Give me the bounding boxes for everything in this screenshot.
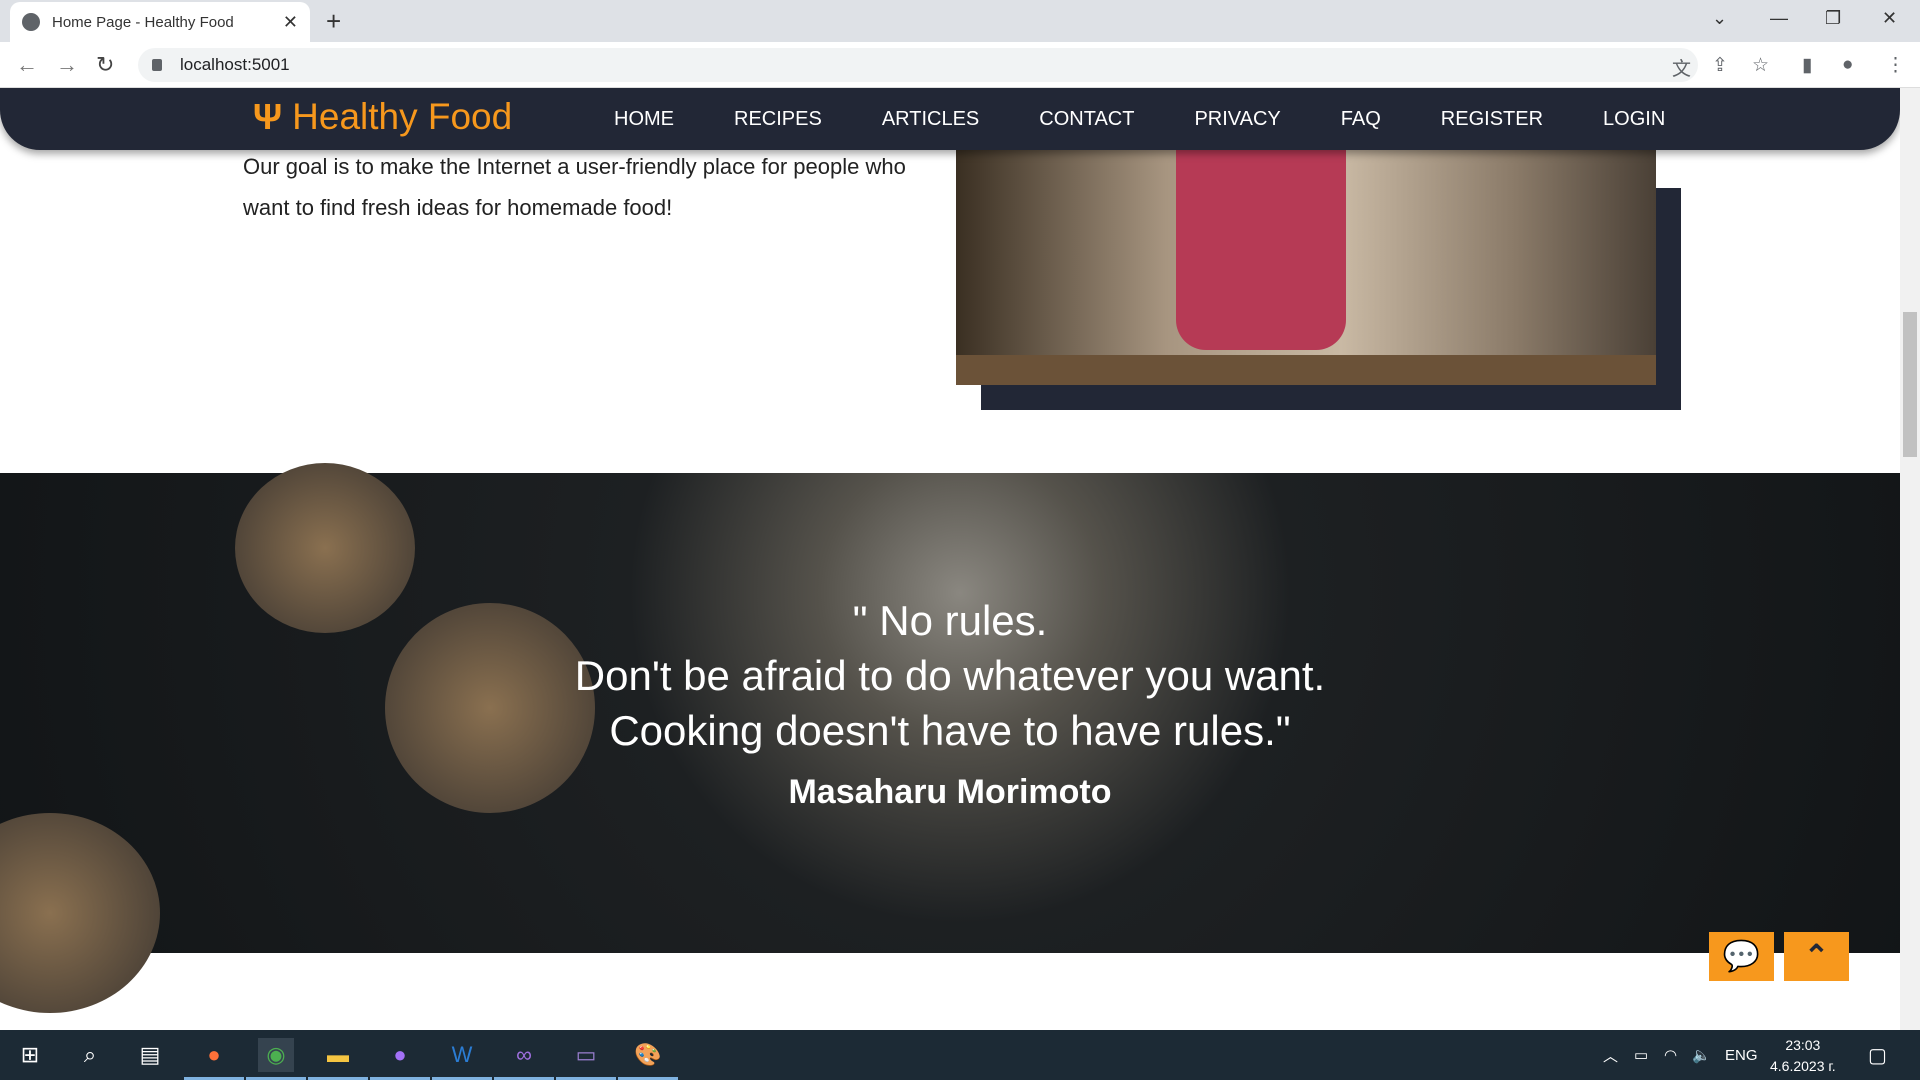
nav-recipes[interactable]: RECIPES: [734, 108, 822, 131]
visual-studio-icon[interactable]: ∞: [494, 1038, 554, 1080]
side-panel-icon[interactable]: ▮: [1802, 54, 1812, 77]
lock-icon: [152, 59, 162, 71]
bookmark-star-icon[interactable]: ☆: [1752, 54, 1769, 77]
wifi-icon[interactable]: ◠: [1664, 1030, 1677, 1080]
chat-button[interactable]: 💬: [1709, 932, 1774, 981]
globe-icon: [22, 13, 40, 31]
url-text: localhost:5001: [180, 55, 290, 74]
search-icon[interactable]: ⌕: [72, 1038, 108, 1072]
scrollbar-thumb[interactable]: [1903, 312, 1917, 457]
clock-date: 4.6.2023 г.: [1770, 1058, 1836, 1074]
forward-icon[interactable]: →: [56, 52, 78, 78]
cooking-photo: [956, 150, 1656, 385]
quote-line: Don't be afraid to do whatever you want.: [574, 652, 1326, 699]
new-tab-icon[interactable]: +: [326, 6, 341, 37]
quote-text: " No rules. Don't be afraid to do whatev…: [0, 593, 1900, 758]
reload-icon[interactable]: ↻: [96, 52, 114, 78]
menu-icon[interactable]: ⋮: [1886, 54, 1905, 77]
profile-icon[interactable]: ●: [1842, 54, 1853, 76]
brand-name: Healthy Food: [292, 96, 513, 137]
nav-faq[interactable]: FAQ: [1341, 108, 1381, 131]
apron-shape: [1176, 150, 1346, 350]
firefox-icon[interactable]: ●: [184, 1038, 244, 1080]
brand-logo[interactable]: Ψ Healthy Food: [253, 96, 512, 138]
double-chevron-up-icon: ⌃: [1803, 940, 1830, 973]
quote-author: Masaharu Morimoto: [788, 773, 1112, 811]
word-icon[interactable]: W: [432, 1038, 492, 1080]
clock[interactable]: 23:03 4.6.2023 г.: [1770, 1035, 1836, 1077]
site-navbar: Ψ Healthy Food HOME RECIPES ARTICLES CON…: [0, 88, 1900, 150]
page-scrollbar[interactable]: [1900, 88, 1920, 1030]
clock-time: 23:03: [1785, 1037, 1821, 1053]
quote-section: " No rules. Don't be afraid to do whatev…: [0, 463, 1900, 1013]
restore-icon[interactable]: ❐: [1825, 8, 1841, 29]
share-icon[interactable]: ⇪: [1712, 54, 1728, 77]
notifications-icon[interactable]: ▢: [1868, 1030, 1887, 1080]
fork-knife-icon: Ψ: [253, 96, 283, 137]
language-indicator[interactable]: ENG: [1725, 1030, 1758, 1080]
nav-articles[interactable]: ARTICLES: [882, 108, 979, 131]
web-page: Ψ Healthy Food HOME RECIPES ARTICLES CON…: [0, 88, 1900, 1030]
file-explorer-icon[interactable]: ▬: [308, 1038, 368, 1080]
github-desktop-icon[interactable]: ●: [370, 1038, 430, 1080]
tab-bar: Home Page - Healthy Food ✕ + ⌄ — ❐ ✕: [0, 0, 1920, 42]
windows-start-icon[interactable]: ⊞: [12, 1038, 48, 1072]
chrome-icon[interactable]: ◉: [246, 1038, 306, 1080]
browser-tab[interactable]: Home Page - Healthy Food ✕: [10, 2, 310, 42]
nav-home[interactable]: HOME: [614, 108, 674, 131]
tab-search-icon[interactable]: ⌄: [1712, 8, 1727, 29]
nav-privacy[interactable]: PRIVACY: [1194, 108, 1280, 131]
battery-icon[interactable]: ▭: [1634, 1030, 1648, 1080]
close-window-icon[interactable]: ✕: [1882, 8, 1897, 29]
bowl-decoration: [0, 813, 160, 1013]
terminal-icon[interactable]: ▭: [556, 1038, 616, 1080]
address-bar-row: ← → ↻ localhost:5001 文 ⇪ ☆ ▮ ● ⋮: [0, 42, 1920, 88]
nav-login[interactable]: LOGIN: [1603, 108, 1665, 131]
quote-line: " No rules.: [852, 597, 1048, 644]
paint-icon[interactable]: 🎨: [618, 1038, 678, 1080]
taskbar: ⊞ ⌕ ▤ ● ◉ ▬ ● W ∞ ▭ 🎨 ︿ ▭ ◠ 🔈 ENG 23:03 …: [0, 1030, 1920, 1080]
back-icon[interactable]: ←: [16, 52, 38, 78]
task-view-icon[interactable]: ▤: [132, 1038, 168, 1072]
close-tab-icon[interactable]: ✕: [283, 12, 298, 33]
chat-bubble-icon: 💬: [1722, 940, 1761, 973]
quote-line: Cooking doesn't have to have rules.": [609, 707, 1291, 754]
volume-icon[interactable]: 🔈: [1692, 1030, 1711, 1080]
translate-icon[interactable]: 文: [1672, 54, 1691, 81]
tray-chevron-icon[interactable]: ︿: [1603, 1030, 1618, 1080]
nav-register[interactable]: REGISTER: [1441, 108, 1543, 131]
url-input[interactable]: localhost:5001: [138, 48, 1698, 82]
intro-text: Our goal is to make the Internet a user-…: [243, 154, 906, 220]
nav-contact[interactable]: CONTACT: [1039, 108, 1134, 131]
main-menu: HOME RECIPES ARTICLES CONTACT PRIVACY FA…: [584, 88, 1695, 150]
tab-title: Home Page - Healthy Food: [52, 13, 234, 31]
table-shape: [956, 355, 1656, 385]
minimize-icon[interactable]: —: [1770, 8, 1788, 29]
scroll-top-button[interactable]: ⌃: [1784, 932, 1849, 981]
